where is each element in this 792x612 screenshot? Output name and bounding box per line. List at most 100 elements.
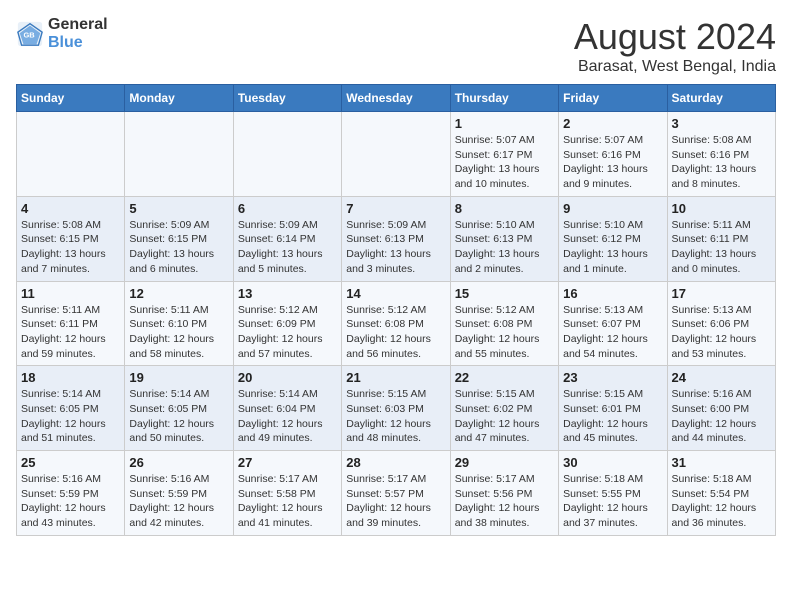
day-info: Sunrise: 5:13 AM Sunset: 6:07 PM Dayligh… [563,303,662,362]
day-header-tuesday: Tuesday [233,85,341,112]
title-area: August 2024 Barasat, West Bengal, India [574,16,776,76]
day-info: Sunrise: 5:17 AM Sunset: 5:58 PM Dayligh… [238,472,337,531]
calendar-cell [342,112,450,197]
day-header-saturday: Saturday [667,85,775,112]
day-info: Sunrise: 5:11 AM Sunset: 6:10 PM Dayligh… [129,303,228,362]
calendar-cell: 2 Sunrise: 5:07 AM Sunset: 6:16 PM Daylig… [559,112,667,197]
day-number: 12 [129,286,228,301]
day-number: 30 [563,455,662,470]
day-info: Sunrise: 5:17 AM Sunset: 5:57 PM Dayligh… [346,472,445,531]
day-number: 3 [672,116,771,131]
day-number: 4 [21,201,120,216]
day-info: Sunrise: 5:14 AM Sunset: 6:05 PM Dayligh… [129,387,228,446]
day-info: Sunrise: 5:09 AM Sunset: 6:13 PM Dayligh… [346,218,445,277]
calendar-cell: 18Sunrise: 5:14 AM Sunset: 6:05 PM Dayli… [17,366,125,451]
day-info: Sunrise: 5:14 AM Sunset: 6:05 PM Dayligh… [21,387,120,446]
day-number: 11 [21,286,120,301]
day-number: 28 [346,455,445,470]
calendar-cell: 4 Sunrise: 5:08 AM Sunset: 6:15 PM Daylig… [17,196,125,281]
day-number: 6 [238,201,337,216]
day-number: 1 [455,116,554,131]
logo: GB General Blue [16,16,108,52]
day-number: 19 [129,370,228,385]
calendar-cell: 29 Sunrise: 5:17 AM Sunset: 5:56 PM Dayli… [450,451,558,536]
day-number: 22 [455,370,554,385]
day-header-sunday: Sunday [17,85,125,112]
day-info: Sunrise: 5:15 AM Sunset: 6:01 PM Dayligh… [563,387,662,446]
day-info: Sunrise: 5:09 AM Sunset: 6:15 PM Dayligh… [129,218,228,277]
calendar-week-2: 4 Sunrise: 5:08 AM Sunset: 6:15 PM Daylig… [17,196,776,281]
day-number: 15 [455,286,554,301]
day-info: Sunrise: 5:16 AM Sunset: 5:59 PM Dayligh… [21,472,120,531]
day-number: 5 [129,201,228,216]
calendar-cell: 7 Sunrise: 5:09 AM Sunset: 6:13 PM Daylig… [342,196,450,281]
calendar-cell: 25 Sunrise: 5:16 AM Sunset: 5:59 PM Dayli… [17,451,125,536]
day-number: 2 [563,116,662,131]
svg-text:GB: GB [23,31,35,40]
calendar-cell: 10 Sunrise: 5:11 AM Sunset: 6:11 PM Dayli… [667,196,775,281]
day-number: 29 [455,455,554,470]
days-header-row: SundayMondayTuesdayWednesdayThursdayFrid… [17,85,776,112]
calendar-cell: 26Sunrise: 5:16 AM Sunset: 5:59 PM Dayli… [125,451,233,536]
calendar-cell: 8 Sunrise: 5:10 AM Sunset: 6:13 PM Daylig… [450,196,558,281]
header: GB General Blue August 2024 Barasat, Wes… [16,16,776,76]
day-info: Sunrise: 5:09 AM Sunset: 6:14 PM Dayligh… [238,218,337,277]
day-number: 17 [672,286,771,301]
calendar-table: SundayMondayTuesdayWednesdayThursdayFrid… [16,84,776,536]
day-info: Sunrise: 5:17 AM Sunset: 5:56 PM Dayligh… [455,472,554,531]
calendar-cell: 12 Sunrise: 5:11 AM Sunset: 6:10 PM Dayli… [125,281,233,366]
calendar-cell: 20 Sunrise: 5:14 AM Sunset: 6:04 PM Dayli… [233,366,341,451]
day-number: 20 [238,370,337,385]
day-header-monday: Monday [125,85,233,112]
day-info: Sunrise: 5:11 AM Sunset: 6:11 PM Dayligh… [672,218,771,277]
day-info: Sunrise: 5:16 AM Sunset: 5:59 PM Dayligh… [129,472,228,531]
day-header-friday: Friday [559,85,667,112]
calendar-cell: 21Sunrise: 5:15 AM Sunset: 6:03 PM Dayli… [342,366,450,451]
calendar-cell [125,112,233,197]
day-number: 8 [455,201,554,216]
day-number: 10 [672,201,771,216]
day-number: 24 [672,370,771,385]
day-info: Sunrise: 5:08 AM Sunset: 6:16 PM Dayligh… [672,133,771,192]
day-info: Sunrise: 5:12 AM Sunset: 6:09 PM Dayligh… [238,303,337,362]
day-info: Sunrise: 5:18 AM Sunset: 5:55 PM Dayligh… [563,472,662,531]
calendar-cell: 5 Sunrise: 5:09 AM Sunset: 6:15 PM Daylig… [125,196,233,281]
calendar-cell: 30 Sunrise: 5:18 AM Sunset: 5:55 PM Dayli… [559,451,667,536]
day-info: Sunrise: 5:08 AM Sunset: 6:15 PM Dayligh… [21,218,120,277]
calendar-cell: 11Sunrise: 5:11 AM Sunset: 6:11 PM Dayli… [17,281,125,366]
calendar-cell: 31 Sunrise: 5:18 AM Sunset: 5:54 PM Dayli… [667,451,775,536]
calendar-week-5: 25 Sunrise: 5:16 AM Sunset: 5:59 PM Dayli… [17,451,776,536]
day-info: Sunrise: 5:14 AM Sunset: 6:04 PM Dayligh… [238,387,337,446]
main-title: August 2024 [574,16,776,58]
calendar-cell: 28 Sunrise: 5:17 AM Sunset: 5:57 PM Dayli… [342,451,450,536]
day-number: 9 [563,201,662,216]
calendar-cell: 19 Sunrise: 5:14 AM Sunset: 6:05 PM Dayli… [125,366,233,451]
subtitle: Barasat, West Bengal, India [574,58,776,76]
calendar-week-4: 18Sunrise: 5:14 AM Sunset: 6:05 PM Dayli… [17,366,776,451]
day-number: 25 [21,455,120,470]
calendar-cell: 3 Sunrise: 5:08 AM Sunset: 6:16 PM Daylig… [667,112,775,197]
logo-text: General Blue [48,16,108,52]
day-number: 7 [346,201,445,216]
calendar-cell: 6 Sunrise: 5:09 AM Sunset: 6:14 PM Daylig… [233,196,341,281]
calendar-cell [233,112,341,197]
calendar-cell: 27Sunrise: 5:17 AM Sunset: 5:58 PM Dayli… [233,451,341,536]
day-number: 31 [672,455,771,470]
day-info: Sunrise: 5:16 AM Sunset: 6:00 PM Dayligh… [672,387,771,446]
day-info: Sunrise: 5:07 AM Sunset: 6:17 PM Dayligh… [455,133,554,192]
day-info: Sunrise: 5:18 AM Sunset: 5:54 PM Dayligh… [672,472,771,531]
calendar-cell: 17 Sunrise: 5:13 AM Sunset: 6:06 PM Dayli… [667,281,775,366]
day-info: Sunrise: 5:13 AM Sunset: 6:06 PM Dayligh… [672,303,771,362]
calendar-cell: 22 Sunrise: 5:15 AM Sunset: 6:02 PM Dayli… [450,366,558,451]
calendar-cell: 24 Sunrise: 5:16 AM Sunset: 6:00 PM Dayli… [667,366,775,451]
day-info: Sunrise: 5:07 AM Sunset: 6:16 PM Dayligh… [563,133,662,192]
calendar-cell: 14Sunrise: 5:12 AM Sunset: 6:08 PM Dayli… [342,281,450,366]
calendar-cell: 13 Sunrise: 5:12 AM Sunset: 6:09 PM Dayli… [233,281,341,366]
day-number: 13 [238,286,337,301]
day-info: Sunrise: 5:10 AM Sunset: 6:13 PM Dayligh… [455,218,554,277]
day-info: Sunrise: 5:15 AM Sunset: 6:02 PM Dayligh… [455,387,554,446]
day-info: Sunrise: 5:15 AM Sunset: 6:03 PM Dayligh… [346,387,445,446]
logo-icon: GB [16,20,44,48]
day-info: Sunrise: 5:12 AM Sunset: 6:08 PM Dayligh… [455,303,554,362]
calendar-cell: 15 Sunrise: 5:12 AM Sunset: 6:08 PM Dayli… [450,281,558,366]
